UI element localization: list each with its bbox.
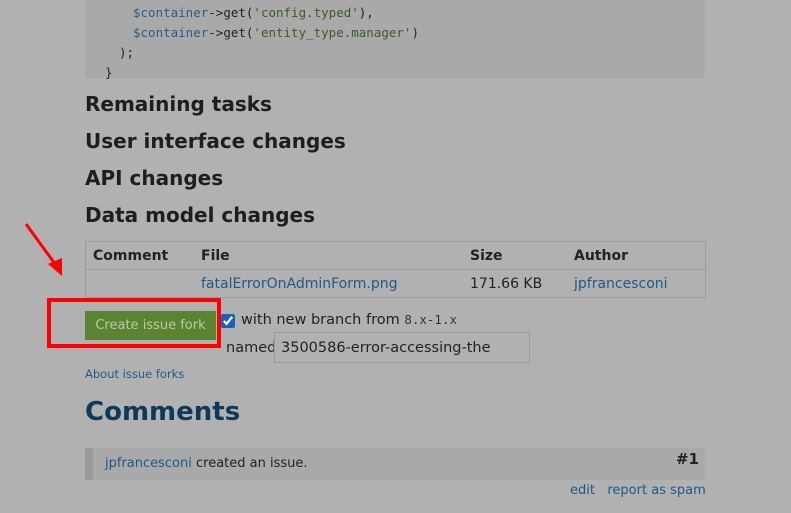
checkbox-label: with new branch from	[241, 312, 400, 328]
code-text: 'config.typed'	[253, 5, 359, 20]
code-text: ->get(	[208, 5, 254, 20]
branch-name-input[interactable]	[274, 332, 530, 363]
code-block: $container->get('config.typed'), $contai…	[85, 0, 705, 80]
file-link[interactable]: fatalErrorOnAdminForm.png	[201, 276, 397, 292]
code-text: $container	[133, 5, 209, 20]
files-table: Comment File Size Author fatalErrorOnAdm…	[85, 241, 706, 298]
comment-text: created an issue.	[196, 456, 308, 471]
comment-author-link[interactable]: jpfrancesconi	[105, 456, 192, 471]
column-header: Size	[463, 241, 567, 270]
table-row: fatalErrorOnAdminForm.png 171.66 KB jpfr…	[85, 269, 706, 298]
edit-link[interactable]: edit	[570, 483, 595, 498]
code-text: ),	[358, 5, 374, 20]
section-heading: Data model changes	[85, 203, 316, 227]
column-header: Author	[567, 241, 706, 270]
new-branch-checkbox[interactable]	[221, 314, 235, 328]
annotation-highlight-box	[47, 298, 221, 348]
base-branch: 8.x-1.x	[404, 312, 458, 327]
column-header: Comment	[85, 241, 194, 270]
section-heading: User interface changes	[85, 129, 346, 153]
section-heading: API changes	[85, 166, 224, 190]
code-text: );	[119, 45, 135, 60]
code-text: )	[411, 25, 419, 40]
code-text: }	[105, 65, 113, 80]
comment-cell	[85, 269, 194, 298]
annotation-arrow-icon	[24, 223, 62, 276]
comment-item: jpfrancesconi created an issue. #1	[85, 448, 705, 480]
code-text: 'entity_type.manager'	[253, 25, 412, 40]
about-issue-forks-link[interactable]: About issue forks	[85, 367, 184, 381]
section-heading: Remaining tasks	[85, 92, 272, 116]
code-text: ->get(	[208, 25, 254, 40]
named-label: named	[226, 340, 277, 356]
report-spam-link[interactable]: report as spam	[607, 483, 705, 498]
code-text: $container	[133, 25, 209, 40]
comment-number-link[interactable]: #1	[676, 450, 699, 468]
comments-heading: Comments	[85, 397, 241, 427]
author-link[interactable]: jpfrancesconi	[574, 276, 668, 292]
column-header: File	[194, 241, 463, 270]
size-cell: 171.66 KB	[463, 269, 567, 298]
table-header-row: Comment File Size Author	[85, 241, 706, 270]
